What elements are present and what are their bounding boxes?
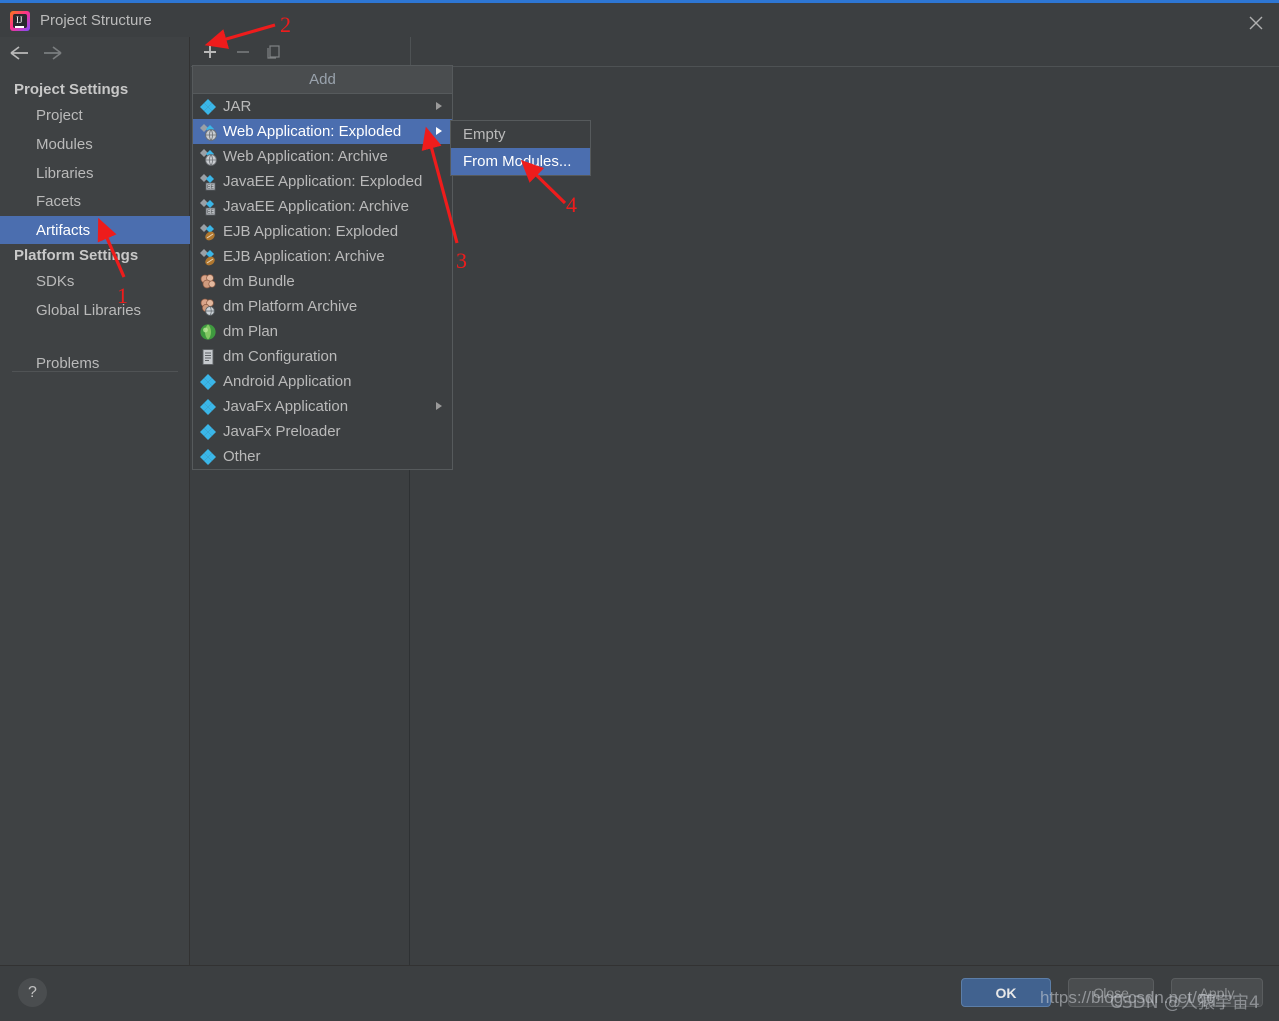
add-menu-item-dm-plan[interactable]: dm Plan <box>193 319 452 344</box>
dm-plan-icon <box>199 323 217 341</box>
web-archive-icon <box>199 148 217 166</box>
dm-bundle-icon <box>199 273 217 291</box>
add-menu-item-ejb-application-exploded[interactable]: EJB Application: Exploded <box>193 219 452 244</box>
add-menu-item-label: EJB Application: Archive <box>223 248 385 265</box>
dm-configuration-icon <box>199 348 217 366</box>
dm-platform-archive-icon <box>199 298 217 316</box>
arrow-left-icon[interactable] <box>6 41 32 65</box>
add-menu-item-web-application-archive[interactable]: Web Application: Archive <box>193 144 452 169</box>
submenu-item-empty[interactable]: Empty <box>451 121 590 148</box>
sidebar-item-project[interactable]: Project <box>0 101 190 129</box>
sidebar-group-project-settings: Project Settings <box>14 81 129 98</box>
add-menu-item-label: Other <box>223 448 261 465</box>
annotation-number-4: 4 <box>566 192 577 217</box>
add-menu-item-dm-bundle[interactable]: dm Bundle <box>193 269 452 294</box>
add-menu-item-dm-platform-archive[interactable]: dm Platform Archive <box>193 294 452 319</box>
add-menu-item-android-application[interactable]: Android Application <box>193 369 452 394</box>
ok-button[interactable]: OK <box>961 978 1051 1007</box>
submenu-item-from-modules[interactable]: From Modules... <box>451 148 590 175</box>
annotation-number-2: 2 <box>280 12 291 37</box>
svg-text:EE: EE <box>207 185 214 191</box>
sidebar-item-global-libraries[interactable]: Global Libraries <box>0 296 190 324</box>
other-icon <box>199 448 217 466</box>
arrow-right-icon[interactable] <box>40 41 66 65</box>
add-menu-item-label: EJB Application: Exploded <box>223 223 399 240</box>
add-menu-item-label: Android Application <box>223 373 352 390</box>
artifacts-toolbar <box>191 37 1279 67</box>
apply-button[interactable]: Apply <box>1171 978 1263 1007</box>
javaee-archive-icon: EE <box>199 198 217 216</box>
title-bar: IJ Project Structure <box>0 0 1279 37</box>
add-menu-item-label: JavaEE Application: Exploded <box>223 173 423 190</box>
copy-icon <box>262 40 286 64</box>
annotation-number-3: 3 <box>456 248 467 273</box>
add-menu-item-javaee-application-archive[interactable]: EE JavaEE Application: Archive <box>193 194 452 219</box>
close-button[interactable]: Close <box>1068 978 1154 1007</box>
add-menu-item-label: Web Application: Exploded <box>223 123 402 140</box>
javafx-application-icon <box>199 398 217 416</box>
add-menu-item-label: dm Configuration <box>223 348 338 365</box>
web-exploded-icon <box>199 123 217 141</box>
add-menu-item-label: dm Platform Archive <box>223 298 358 315</box>
web-application-exploded-submenu: Empty From Modules... <box>450 120 591 176</box>
close-icon[interactable] <box>1233 6 1279 40</box>
jar-icon <box>199 98 217 116</box>
add-menu-item-label: dm Bundle <box>223 273 295 290</box>
add-menu-items: JAR Web Application: Exploded Web Applicat… <box>193 94 452 469</box>
sidebar-item-problems[interactable]: Problems <box>0 349 190 377</box>
sidebar-group-platform-settings: Platform Settings <box>14 247 139 264</box>
add-menu-item-web-application-exploded[interactable]: Web Application: Exploded <box>193 119 452 144</box>
sidebar-item-modules[interactable]: Modules <box>0 130 190 158</box>
plus-icon[interactable] <box>198 40 222 64</box>
navigation-buttons <box>0 37 190 69</box>
add-menu-item-label: Web Application: Archive <box>223 148 388 165</box>
sidebar-item-artifacts[interactable]: Artifacts <box>0 216 190 244</box>
sidebar-item-libraries[interactable]: Libraries <box>0 159 190 187</box>
add-menu-item-ejb-application-archive[interactable]: EJB Application: Archive <box>193 244 452 269</box>
javafx-preloader-icon <box>199 423 217 441</box>
add-menu-item-javaee-application-exploded[interactable]: EE JavaEE Application: Exploded <box>193 169 452 194</box>
chevron-right-icon <box>436 402 442 410</box>
question-mark-icon[interactable]: ? <box>18 978 47 1007</box>
minus-icon <box>231 40 255 64</box>
window-title: Project Structure <box>40 12 152 29</box>
ejb-archive-icon <box>199 248 217 266</box>
add-menu-item-javafx-application[interactable]: JavaFx Application <box>193 394 452 419</box>
add-menu-item-label: JavaFx Preloader <box>223 423 341 440</box>
add-menu-title: Add <box>193 66 452 94</box>
annotation-number-1: 1 <box>117 283 128 308</box>
toolbar-divider <box>410 37 411 67</box>
android-application-icon <box>199 373 217 391</box>
add-menu-item-other[interactable]: Other <box>193 444 452 469</box>
add-menu-item-javafx-preloader[interactable]: JavaFx Preloader <box>193 419 452 444</box>
add-menu-item-jar[interactable]: JAR <box>193 94 452 119</box>
chevron-right-icon <box>436 102 442 110</box>
add-menu-item-label: JavaEE Application: Archive <box>223 198 409 215</box>
add-menu-item-dm-configuration[interactable]: dm Configuration <box>193 344 452 369</box>
add-menu-item-label: JavaFx Application <box>223 398 349 415</box>
artifact-details-pane[interactable] <box>411 68 1279 965</box>
project-structure-dialog: IJ Project Structure Project Settings Pr… <box>0 0 1279 1021</box>
ejb-exploded-icon <box>199 223 217 241</box>
add-menu-item-label: JAR <box>223 98 252 115</box>
settings-sidebar: Project Settings Project Modules Librari… <box>0 37 190 965</box>
svg-text:EE: EE <box>207 210 214 216</box>
add-artifact-menu: Add JAR Web Application: Exploded Web Appl… <box>192 65 453 470</box>
intellij-idea-icon: IJ <box>10 11 30 31</box>
sidebar-item-facets[interactable]: Facets <box>0 187 190 215</box>
javaee-exploded-icon: EE <box>199 173 217 191</box>
add-menu-item-label: dm Plan <box>223 323 279 340</box>
chevron-right-icon <box>436 127 442 135</box>
sidebar-item-sdks[interactable]: SDKs <box>0 267 190 295</box>
